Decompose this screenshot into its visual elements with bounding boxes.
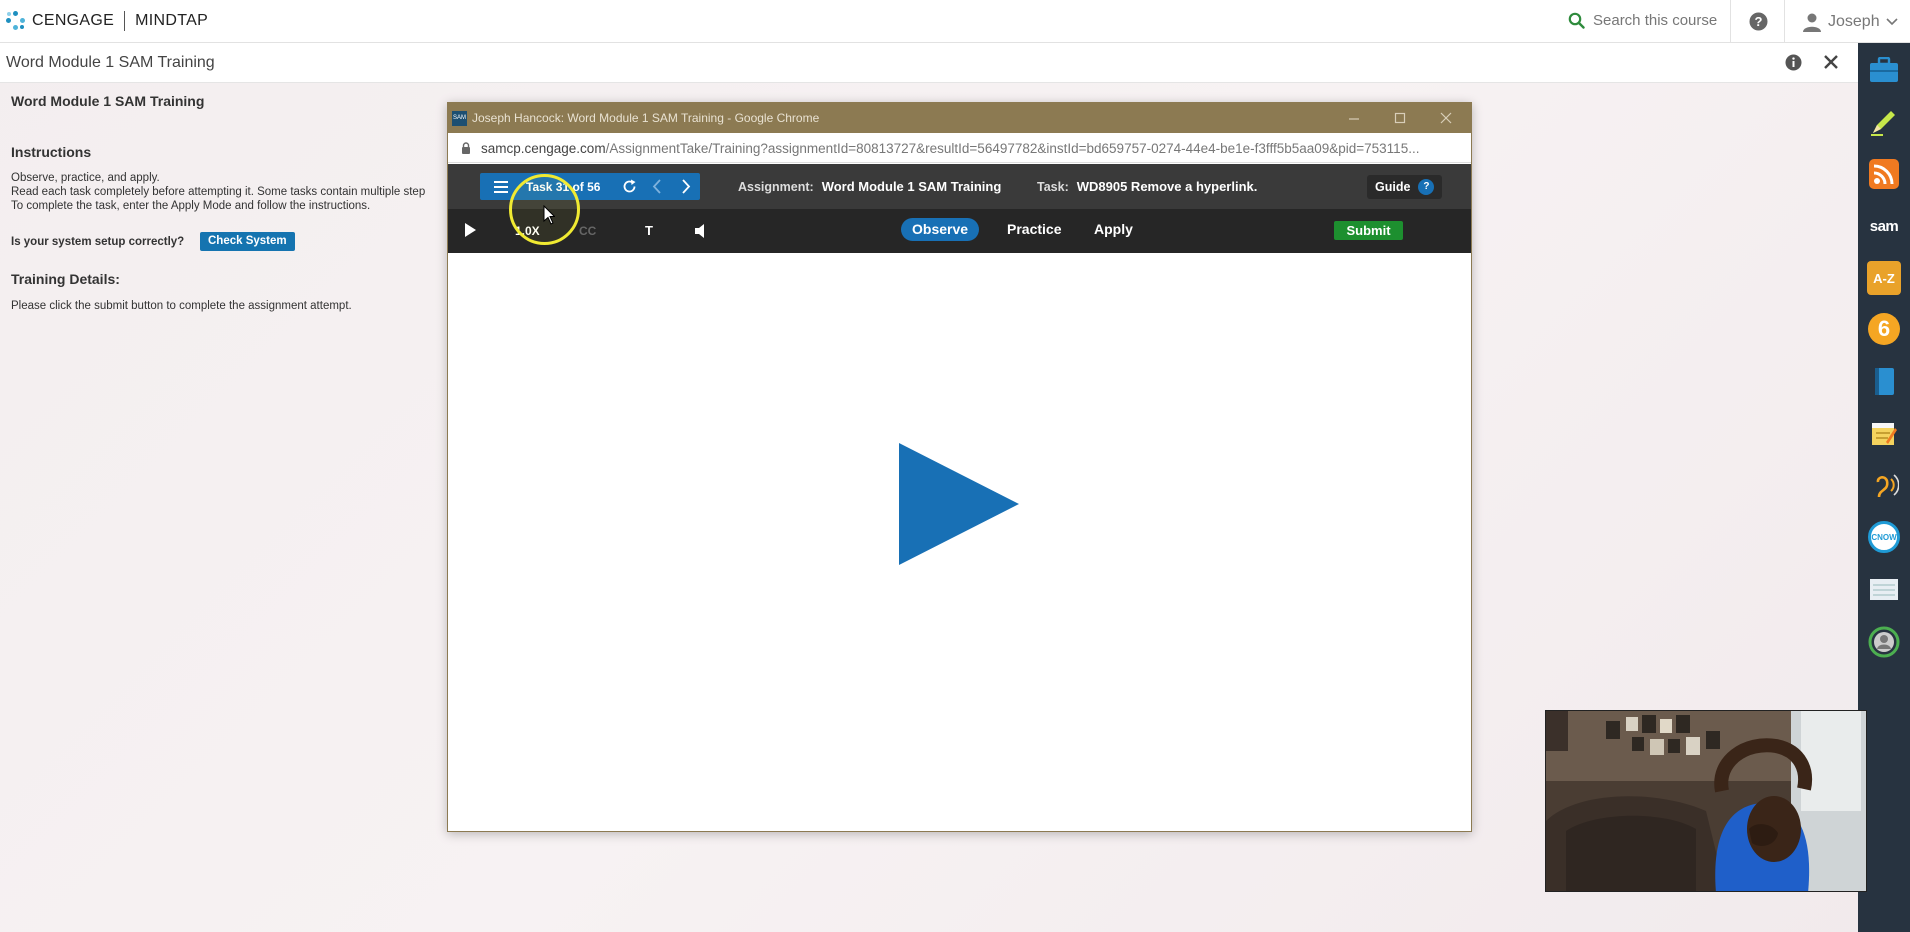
submit-button[interactable]: Submit xyxy=(1334,221,1403,240)
assignment-info: Assignment: Word Module 1 SAM Training xyxy=(738,179,1001,194)
close-window-button[interactable] xyxy=(1440,107,1452,130)
window-titlebar[interactable]: SAM Joseph Hancock: Word Module 1 SAM Tr… xyxy=(448,103,1471,133)
webcam-video-image xyxy=(1546,711,1866,891)
url-text: samcp.cengage.com/AssignmentTake/Trainin… xyxy=(481,141,1419,156)
mouse-cursor-icon xyxy=(543,205,555,225)
svg-text:?: ? xyxy=(1755,14,1763,29)
notes-icon[interactable] xyxy=(1867,417,1901,451)
brand-divider xyxy=(124,11,126,31)
course-search[interactable]: Search this course xyxy=(1568,12,1717,29)
text-toggle-button[interactable]: T xyxy=(645,223,653,238)
training-details-text: Please click the submit button to comple… xyxy=(11,300,352,312)
chevron-left-icon xyxy=(652,179,661,194)
topbar-divider xyxy=(1730,0,1731,43)
close-activity-button[interactable] xyxy=(1823,52,1839,74)
rss-icon[interactable] xyxy=(1867,157,1901,191)
play-icon xyxy=(899,443,1019,565)
guide-label: Guide xyxy=(1375,180,1411,194)
close-icon xyxy=(1440,112,1452,124)
minimize-button[interactable] xyxy=(1348,107,1360,130)
webcam-overlay xyxy=(1545,710,1867,892)
brand-cengage: CENGAGE xyxy=(32,12,115,29)
cengage-mindtap-logo[interactable]: CENGAGE MINDTAP xyxy=(6,11,208,31)
top-bar: CENGAGE MINDTAP Search this course ? Jos… xyxy=(0,0,1910,43)
cnow-icon[interactable]: CNOW xyxy=(1868,521,1900,553)
number-six-icon[interactable]: 6 xyxy=(1868,313,1900,345)
instructions-heading: Instructions xyxy=(11,144,92,160)
lock-icon xyxy=(462,142,470,154)
pencil-icon[interactable] xyxy=(1867,105,1901,139)
topbar-divider xyxy=(1784,0,1785,43)
user-name: Joseph xyxy=(1828,13,1880,30)
sam-favicon-icon: SAM xyxy=(452,111,467,126)
url-host: samcp.cengage.com xyxy=(481,141,606,156)
task-info: Task: WD8905 Remove a hyperlink. xyxy=(1037,179,1257,194)
profile-icon[interactable] xyxy=(1867,625,1901,659)
minimize-icon xyxy=(1349,118,1359,120)
user-menu[interactable]: Joseph xyxy=(1802,12,1898,32)
window-title: Joseph Hancock: Word Module 1 SAM Traini… xyxy=(472,111,820,125)
address-bar[interactable]: samcp.cengage.com/AssignmentTake/Trainin… xyxy=(448,133,1471,163)
maximize-icon xyxy=(1394,112,1406,124)
close-icon xyxy=(1824,55,1838,69)
brand-mindtap: MINDTAP xyxy=(135,12,209,29)
assignment-name: Word Module 1 SAM Training xyxy=(821,179,1002,194)
previous-task-button[interactable] xyxy=(652,179,662,198)
search-icon xyxy=(1568,12,1585,29)
info-button[interactable] xyxy=(1785,54,1802,76)
instructions-line: Observe, practice, and apply. xyxy=(11,172,160,184)
restart-task-button[interactable] xyxy=(622,179,637,198)
activity-title: Word Module 1 SAM Training xyxy=(6,54,215,71)
hamburger-menu-icon xyxy=(494,181,508,193)
mode-observe[interactable]: Observe xyxy=(901,218,980,241)
briefcase-icon[interactable] xyxy=(1867,53,1901,87)
info-icon xyxy=(1785,54,1802,71)
video-play-button[interactable] xyxy=(899,443,1023,570)
sam-popup-window[interactable]: SAM Joseph Hancock: Word Module 1 SAM Tr… xyxy=(447,102,1472,832)
sam-media-toolbar: 1.0X CC T Observe Practice Apply Submit xyxy=(448,209,1471,253)
training-details-heading: Training Details: xyxy=(11,271,120,287)
url-path: /AssignmentTake/Training?assignmentId=80… xyxy=(605,141,1420,156)
instructions-line: To complete the task, enter the Apply Mo… xyxy=(11,200,371,212)
notebook-icon[interactable] xyxy=(1867,573,1901,607)
details-heading: Word Module 1 SAM Training xyxy=(11,93,205,109)
assignment-label: Assignment: xyxy=(738,180,814,194)
question-icon: ? xyxy=(1418,179,1435,195)
captions-button[interactable]: CC xyxy=(579,224,596,238)
cengage-logo-icon xyxy=(6,11,26,31)
dictionary-icon[interactable]: A-Z xyxy=(1867,261,1901,295)
play-button[interactable] xyxy=(465,223,476,240)
help-button[interactable]: ? xyxy=(1749,12,1768,36)
system-check-question: Is your system setup correctly? xyxy=(11,236,185,248)
task-label: Task: xyxy=(1037,180,1069,194)
chevron-down-icon xyxy=(1886,18,1898,26)
task-menu-button[interactable] xyxy=(494,180,508,198)
volume-button[interactable] xyxy=(695,224,707,241)
mode-apply[interactable]: Apply xyxy=(1083,218,1144,241)
speaker-icon xyxy=(695,224,704,238)
guide-button[interactable]: Guide ? xyxy=(1367,175,1443,199)
sam-icon[interactable]: sam xyxy=(1867,209,1901,243)
refresh-icon xyxy=(623,179,636,193)
maximize-button[interactable] xyxy=(1394,107,1406,130)
instructions-line: Read each task completely before attempt… xyxy=(11,186,426,198)
sam-task-toolbar: Task 31 of 56 Assignment: Word Module 1 S… xyxy=(448,164,1471,209)
mode-practice[interactable]: Practice xyxy=(996,218,1072,241)
help-icon: ? xyxy=(1749,12,1768,31)
next-task-button[interactable] xyxy=(681,179,691,198)
book-icon[interactable] xyxy=(1867,365,1901,399)
activity-header: Word Module 1 SAM Training xyxy=(0,43,1858,83)
chevron-right-icon xyxy=(682,179,691,194)
search-placeholder: Search this course xyxy=(1593,12,1718,29)
play-icon xyxy=(465,223,476,237)
user-icon xyxy=(1803,13,1821,32)
task-name: WD8905 Remove a hyperlink. xyxy=(1076,179,1258,194)
readspeaker-icon[interactable] xyxy=(1867,469,1901,503)
check-system-button[interactable]: Check System xyxy=(200,232,295,251)
